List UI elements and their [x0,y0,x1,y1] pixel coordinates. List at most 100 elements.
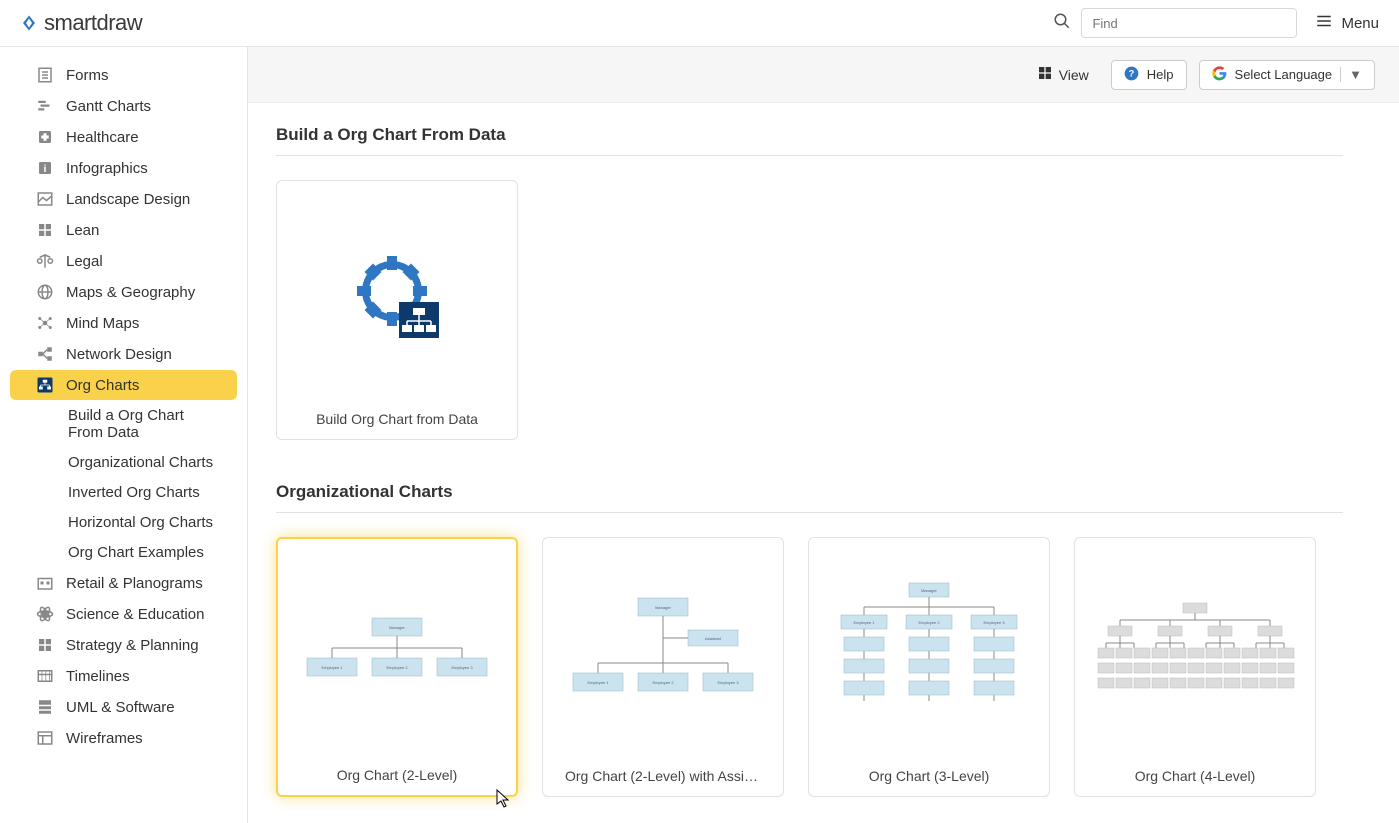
card-preview [277,181,517,411]
section-title-orgcharts: Organizational Charts [276,482,1343,502]
timeline-icon [36,667,54,685]
sidebar-item-forms[interactable]: Forms [10,60,237,90]
card-label: Build Org Chart from Data [304,411,490,427]
science-icon [36,605,54,623]
sidebar-item-label: Wireframes [66,730,143,747]
menu-label: Menu [1341,15,1379,32]
svg-text:Manager: Manager [389,625,405,630]
cursor-icon [496,789,512,809]
card-label: Org Chart (4-Level) [1123,768,1268,784]
strategy-icon [36,636,54,654]
sidebar-item-gantt[interactable]: Gantt Charts [10,91,237,121]
svg-text:Employee 3: Employee 3 [451,665,473,670]
svg-text:Employee 3: Employee 3 [983,620,1005,625]
hamburger-icon [1315,12,1333,34]
sidebar-subitem-horizontal[interactable]: Horizontal Org Charts [10,508,237,537]
template-card-4level[interactable]: Org Chart (4-Level) [1074,537,1316,797]
sidebar-item-label: Maps & Geography [66,284,195,301]
template-card-2level[interactable]: Manager Employee 1 Employee 2 Employee 3… [276,537,518,797]
template-card-build-from-data[interactable]: Build Org Chart from Data [276,180,518,440]
sidebar-item-timelines[interactable]: Timelines [10,661,237,691]
landscape-icon [36,190,54,208]
card-label: Org Chart (2-Level) [325,767,470,783]
toolbar: View ? Help Select Language ▼ [248,47,1399,103]
google-icon [1212,66,1227,84]
wireframe-icon [36,729,54,747]
card-preview: Manager Employee 1 Employee 2 Employee 3 [809,538,1049,768]
retail-icon [36,574,54,592]
sidebar-item-label: Strategy & Planning [66,637,199,654]
grid-icon [1037,65,1053,84]
logo-icon [20,14,38,32]
sidebar-item-legal[interactable]: Legal [10,246,237,276]
sidebar-item-landscape[interactable]: Landscape Design [10,184,237,214]
sidebar-item-label: UML & Software [66,699,175,716]
template-card-2level-assistant[interactable]: Manager Assistant Employee 1 Employee 2 … [542,537,784,797]
card-preview: Manager Assistant Employee 1 Employee 2 … [543,538,783,768]
sidebar-item-infographics[interactable]: i Infographics [10,153,237,183]
sidebar-subitem-examples[interactable]: Org Chart Examples [10,538,237,567]
legal-icon [36,252,54,270]
svg-text:Employee 3: Employee 3 [717,680,739,685]
lean-icon [36,221,54,239]
map-icon [36,283,54,301]
help-label: Help [1147,67,1174,82]
card-preview [1075,538,1315,768]
section-rule [276,512,1343,513]
svg-text:Employee 2: Employee 2 [386,665,408,670]
sidebar-item-label: Infographics [66,160,148,177]
svg-text:i: i [44,163,47,175]
sidebar-item-label: Org Charts [66,377,139,394]
sidebar-item-label: Forms [66,67,109,84]
language-select[interactable]: Select Language ▼ [1199,60,1375,90]
sidebar-item-label: Legal [66,253,103,270]
svg-text:Assistant: Assistant [705,636,722,641]
sidebar-item-label: Landscape Design [66,191,190,208]
sidebar-item-orgcharts[interactable]: Org Charts [10,370,237,400]
header-search [1053,8,1297,38]
sidebar-item-science[interactable]: Science & Education [10,599,237,629]
sidebar-item-label: Retail & Planograms [66,575,203,592]
help-icon: ? [1124,66,1139,84]
uml-icon [36,698,54,716]
template-card-3level[interactable]: Manager Employee 1 Employee 2 Employee 3 [808,537,1050,797]
sidebar-item-wireframes[interactable]: Wireframes [10,723,237,753]
svg-text:Employee 1: Employee 1 [321,665,343,670]
sidebar-item-strategy[interactable]: Strategy & Planning [10,630,237,660]
view-label: View [1059,67,1089,83]
svg-text:Employee 1: Employee 1 [853,620,875,625]
svg-text:Manager: Manager [655,605,671,610]
info-icon: i [36,159,54,177]
view-button[interactable]: View [1027,59,1099,90]
sidebar-item-retail[interactable]: Retail & Planograms [10,568,237,598]
brand-text: smartdraw [44,10,142,36]
sidebar: Forms Gantt Charts Healthcare i Infograph… [0,47,248,823]
svg-text:Manager: Manager [921,588,937,593]
sidebar-item-maps[interactable]: Maps & Geography [10,277,237,307]
mindmap-icon [36,314,54,332]
sidebar-item-label: Network Design [66,346,172,363]
sidebar-item-healthcare[interactable]: Healthcare [10,122,237,152]
sidebar-subitem-orgcharts[interactable]: Organizational Charts [10,448,237,477]
orgchart-icon [36,376,54,394]
search-input[interactable] [1081,8,1297,38]
main-content: View ? Help Select Language ▼ Build a Or… [248,47,1399,823]
sidebar-item-uml[interactable]: UML & Software [10,692,237,722]
sidebar-subitem-inverted[interactable]: Inverted Org Charts [10,478,237,507]
menu-button[interactable]: Menu [1315,12,1379,34]
sidebar-item-label: Mind Maps [66,315,139,332]
sidebar-item-label: Healthcare [66,129,139,146]
brand-logo[interactable]: smartdraw [20,10,142,36]
card-label: Org Chart (2-Level) with Assis… [553,768,773,784]
sidebar-item-label: Science & Education [66,606,204,623]
sidebar-item-network[interactable]: Network Design [10,339,237,369]
sidebar-item-mindmaps[interactable]: Mind Maps [10,308,237,338]
search-icon[interactable] [1053,12,1071,35]
sidebar-item-label: Timelines [66,668,130,685]
section-title-build: Build a Org Chart From Data [276,125,1343,145]
help-button[interactable]: ? Help [1111,60,1187,90]
svg-text:Employee 2: Employee 2 [918,620,940,625]
sidebar-subitem-build[interactable]: Build a Org Chart From Data [10,401,237,447]
sidebar-item-lean[interactable]: Lean [10,215,237,245]
caret-down-icon: ▼ [1340,67,1362,82]
